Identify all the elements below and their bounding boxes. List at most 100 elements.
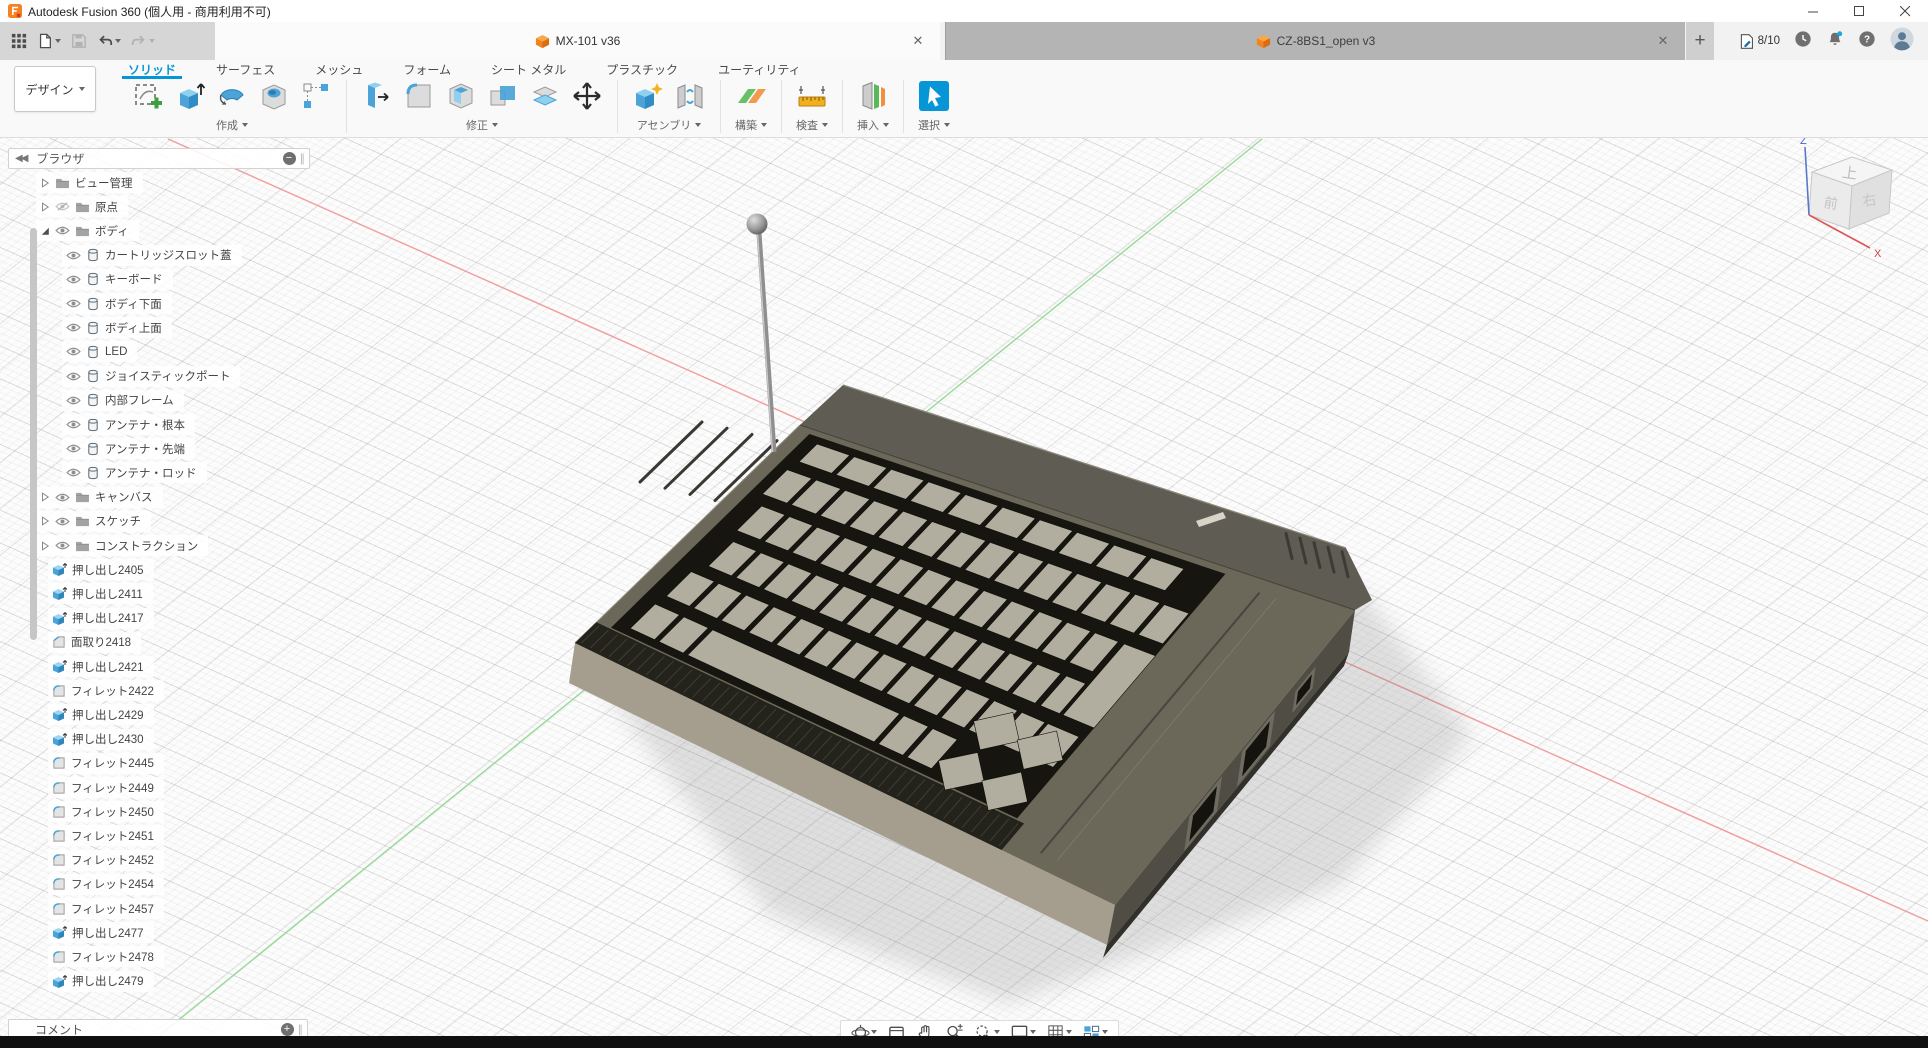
disclosure-collapsed-icon[interactable] [40, 202, 50, 212]
browser-row[interactable]: フィレット2449 [48, 777, 164, 798]
visibility-eye-icon[interactable] [55, 516, 70, 527]
ribbon-tab[interactable]: サーフェス [196, 60, 295, 77]
ribbon-tab[interactable]: シート メタル [471, 60, 586, 77]
new-tab-button[interactable]: + [1686, 22, 1714, 60]
move-icon[interactable] [569, 78, 605, 114]
ribbon-tab[interactable]: メッシュ [295, 60, 383, 77]
visibility-eye-icon[interactable] [66, 467, 81, 478]
browser-row[interactable]: ビュー管理 [36, 172, 143, 193]
browser-row[interactable]: アンテナ・根本 [62, 414, 195, 435]
browser-row[interactable]: ボディ下面 [62, 293, 172, 314]
browser-row[interactable]: フィレット2450 [48, 801, 164, 822]
extensions-button[interactable]: 8/10 [1738, 33, 1780, 50]
browser-row[interactable]: 押し出し2411 [48, 583, 153, 604]
browser-minimize-icon[interactable]: − [283, 152, 296, 165]
disclosure-expanded-icon[interactable] [40, 226, 50, 236]
browser-panel-header[interactable]: ◀◀ ブラウザ − ∥ [8, 148, 310, 169]
disclosure-collapsed-icon[interactable] [40, 541, 50, 551]
insert-icon[interactable] [855, 78, 891, 114]
undo-button[interactable] [94, 30, 124, 52]
ribbon-tab[interactable]: フォーム [383, 60, 471, 77]
browser-row[interactable]: ボディ [36, 220, 139, 241]
browser-row[interactable]: キャンバス [36, 487, 163, 508]
pattern-icon[interactable] [298, 78, 334, 114]
browser-row[interactable]: 内部フレーム [62, 390, 184, 411]
browser-row[interactable]: フィレット2454 [48, 874, 164, 895]
browser-row[interactable]: 原点 [36, 196, 128, 217]
browser-scrollbar[interactable] [30, 228, 37, 640]
minimize-button[interactable] [1790, 0, 1836, 22]
visibility-eye-icon[interactable] [66, 419, 81, 430]
visibility-eye-icon[interactable] [66, 298, 81, 309]
ribbon-group-label[interactable]: 選択 [918, 117, 950, 133]
disclosure-collapsed-icon[interactable] [40, 178, 50, 188]
maximize-button[interactable] [1836, 0, 1882, 22]
extrude-icon[interactable] [172, 78, 208, 114]
browser-row[interactable]: フィレット2422 [48, 680, 164, 701]
ribbon-group-label[interactable]: 作成 [216, 117, 248, 133]
tab-close-icon[interactable]: ✕ [1655, 33, 1671, 49]
redo-button[interactable] [128, 30, 158, 52]
disclosure-collapsed-icon[interactable] [40, 516, 50, 526]
split-icon[interactable] [527, 78, 563, 114]
document-tab-active[interactable]: MX-101 v36 ✕ [215, 22, 940, 60]
visibility-eye-icon[interactable] [66, 443, 81, 454]
measure-icon[interactable] [794, 78, 830, 114]
joint-icon[interactable] [672, 78, 708, 114]
browser-row[interactable]: フィレット2478 [48, 946, 164, 967]
browser-row[interactable]: フィレット2452 [48, 850, 164, 871]
tab-close-icon[interactable]: ✕ [910, 33, 926, 49]
ribbon-group-label[interactable]: アセンブリ [637, 117, 701, 133]
browser-row[interactable]: 押し出し2430 [48, 729, 154, 750]
save-button[interactable] [68, 30, 90, 52]
visibility-eye-icon[interactable] [66, 346, 81, 357]
browser-row[interactable]: 押し出し2405 [48, 559, 154, 580]
browser-row[interactable]: 押し出し2477 [48, 922, 154, 943]
visibility-eye-off-icon[interactable] [55, 201, 70, 212]
notifications-bell-icon[interactable] [1826, 30, 1844, 53]
ribbon-group-label[interactable]: 修正 [466, 117, 498, 133]
hole-icon[interactable] [256, 78, 292, 114]
ribbon-group-label[interactable]: 挿入 [857, 117, 889, 133]
browser-row[interactable]: フィレット2445 [48, 753, 164, 774]
visibility-eye-icon[interactable] [66, 250, 81, 261]
browser-row[interactable]: アンテナ・先端 [62, 438, 195, 459]
visibility-eye-icon[interactable] [66, 395, 81, 406]
browser-row[interactable]: ジョイスティックポート [62, 366, 240, 387]
visibility-eye-icon[interactable] [66, 274, 81, 285]
browser-row[interactable]: キーボード [62, 269, 173, 290]
disclosure-collapsed-icon[interactable] [40, 492, 50, 502]
browser-row[interactable]: フィレット2451 [48, 825, 164, 846]
browser-row[interactable]: LED [62, 341, 137, 362]
browser-row[interactable]: 押し出し2421 [48, 656, 154, 677]
close-button[interactable] [1882, 0, 1928, 22]
browser-row[interactable]: スケッチ [36, 511, 151, 532]
browser-row[interactable]: 押し出し2429 [48, 704, 154, 725]
file-menu-button[interactable] [34, 30, 64, 52]
create-sketch-icon[interactable] [130, 78, 166, 114]
ribbon-group-label[interactable]: 構築 [735, 117, 767, 133]
browser-row[interactable]: コンストラクション [36, 535, 208, 556]
press-pull-icon[interactable] [359, 78, 395, 114]
browser-row[interactable]: カートリッジスロット蓋 [62, 245, 242, 266]
browser-row[interactable]: 押し出し2417 [48, 608, 154, 629]
ribbon-tab[interactable]: ユーティリティ [698, 60, 821, 77]
panel-grip-icon[interactable]: ∥ [298, 1023, 304, 1036]
panel-grip-icon[interactable]: ∥ [300, 152, 306, 165]
avatar[interactable] [1890, 27, 1914, 56]
shell-icon[interactable] [443, 78, 479, 114]
job-status-button[interactable] [1794, 30, 1812, 53]
visibility-eye-icon[interactable] [66, 371, 81, 382]
plane-icon[interactable] [733, 78, 769, 114]
revolve-icon[interactable] [214, 78, 250, 114]
document-tab-inactive[interactable]: CZ-8BS1_open v3 ✕ [945, 22, 1685, 60]
ribbon-tab[interactable]: プラスチック [586, 60, 698, 77]
ribbon-group-label[interactable]: 検査 [796, 117, 828, 133]
visibility-eye-icon[interactable] [55, 540, 70, 551]
select-icon[interactable] [916, 78, 952, 114]
app-grid-icon[interactable] [8, 30, 30, 52]
visibility-eye-icon[interactable] [66, 322, 81, 333]
browser-row[interactable]: 押し出し2479 [48, 971, 154, 992]
collapse-panel-icon[interactable]: ◀◀ [9, 153, 30, 164]
workspace-selector[interactable]: デザイン [14, 66, 96, 112]
